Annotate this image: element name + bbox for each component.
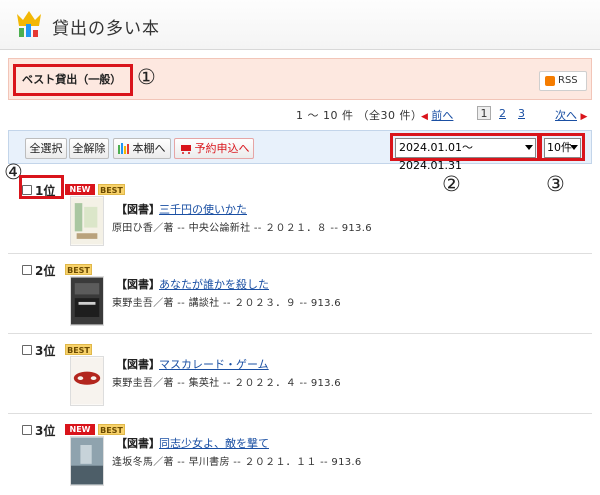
left-arrow-icon: ◀ [421, 112, 428, 122]
new-badge: NEW [65, 424, 95, 435]
rank-label: 3位 [35, 424, 56, 438]
reserve-label: 予約申込へ [194, 142, 250, 155]
rss-button[interactable]: RSS [539, 71, 587, 91]
page-link-2[interactable]: 2 [499, 107, 506, 120]
category-label[interactable]: ベスト貸出（一般） [13, 64, 133, 96]
best-badge: BEST [65, 264, 92, 275]
rank-highlight [19, 175, 64, 199]
book-cover-image[interactable] [70, 436, 104, 486]
bookshelf-icon [118, 143, 129, 154]
right-arrow-icon: ▶ [580, 112, 588, 122]
add-to-shelf-button[interactable]: 本棚へ [113, 138, 171, 159]
count-select[interactable]: 10件 [544, 138, 581, 158]
page-link-3[interactable]: 3 [518, 107, 525, 120]
book-meta: 東野圭吾／著 -- 集英社 -- ２０２２．４ -- 913.6 [112, 378, 341, 389]
new-badge: NEW [65, 184, 95, 195]
book-title-link[interactable]: 三千円の使いかた [159, 201, 247, 217]
next-label[interactable]: 次へ [555, 109, 577, 122]
crown-bar-chart-icon [17, 11, 41, 37]
category-bar: ベスト貸出（一般） ① RSS [8, 58, 592, 100]
book-type: 【図書】 [116, 278, 160, 291]
book-cover-image[interactable] [70, 276, 104, 326]
period-value: 2024.01.01～2024.01.31 [399, 141, 473, 172]
rss-icon [545, 76, 555, 86]
page-title: 貸出の多い本 [52, 19, 160, 39]
list-item: 1位 NEW BEST 【図書】 三千円の使いかた 原田ひ香／著 -- 中央公論… [8, 174, 592, 254]
chevron-down-icon [570, 145, 578, 150]
item-checkbox[interactable] [22, 265, 32, 275]
book-title-link[interactable]: あなたが誰かを殺した [159, 276, 269, 292]
book-type: 【図書】 [116, 203, 160, 216]
book-meta: 原田ひ香／著 -- 中央公論新社 -- ２０２１．８ -- 913.6 [112, 223, 372, 234]
count-value: 10件 [547, 141, 572, 154]
best-badge: BEST [65, 344, 92, 355]
select-all-button[interactable]: 全選択 [25, 138, 67, 159]
book-meta: 逢坂冬馬／著 -- 早川書房 -- ２０２１．１１ -- 913.6 [112, 457, 362, 468]
period-highlight: 2024.01.01～2024.01.31 [390, 133, 540, 172]
list-item: 3位 BEST 【図書】 マスカレード・ゲーム 東野圭吾／著 -- 集英社 --… [8, 334, 592, 414]
rss-label: RSS [558, 75, 578, 86]
chevron-down-icon [525, 145, 533, 150]
best-badge: BEST [98, 184, 125, 195]
book-cover-image[interactable] [70, 356, 104, 406]
book-cover-image[interactable] [70, 196, 104, 246]
book-meta: 東野圭吾／著 -- 講談社 -- ２０２３．９ -- 913.6 [112, 298, 341, 309]
list-item: 2位 BEST 【図書】 あなたが誰かを殺した 東野圭吾／著 -- 講談社 --… [8, 254, 592, 334]
shelf-label: 本棚へ [132, 142, 166, 155]
best-badge: BEST [98, 424, 125, 435]
page-current: 1 [477, 106, 491, 120]
annotation-1: ① [137, 65, 156, 89]
rank-label: 3位 [35, 344, 56, 358]
list-item: 3位 NEW BEST 【図書】 同志少女よ、敵を撃て 逢坂冬馬／著 -- 早川… [8, 414, 592, 495]
deselect-all-button[interactable]: 全解除 [69, 138, 109, 159]
item-checkbox[interactable] [22, 425, 32, 435]
result-count: 1 ～ 10 件 （全30 件） [296, 109, 423, 122]
page-header: 貸出の多い本 [0, 0, 600, 50]
next-page-link[interactable]: 次へ ▶ [555, 107, 587, 123]
toolbar: 全選択 全解除 本棚へ 予約申込へ 2024.01.01～2024.01.31 … [8, 130, 592, 172]
rank-label: 2位 [35, 264, 56, 278]
book-type: 【図書】 [116, 437, 160, 450]
count-highlight: 10件 [539, 133, 585, 161]
cart-icon [181, 145, 191, 154]
prev-page-link[interactable]: ◀ 前へ [421, 107, 453, 123]
book-title-link[interactable]: マスカレード・ゲーム [159, 356, 269, 372]
prev-label[interactable]: 前へ [431, 109, 453, 122]
item-checkbox[interactable] [22, 345, 32, 355]
book-title-link[interactable]: 同志少女よ、敵を撃て [159, 435, 269, 451]
book-type: 【図書】 [116, 358, 160, 371]
reserve-button[interactable]: 予約申込へ [174, 138, 254, 159]
pager: 1 ～ 10 件 （全30 件） ◀ 前へ 1 2 3 次へ ▶ [0, 106, 600, 122]
period-select[interactable]: 2024.01.01～2024.01.31 [395, 138, 536, 172]
